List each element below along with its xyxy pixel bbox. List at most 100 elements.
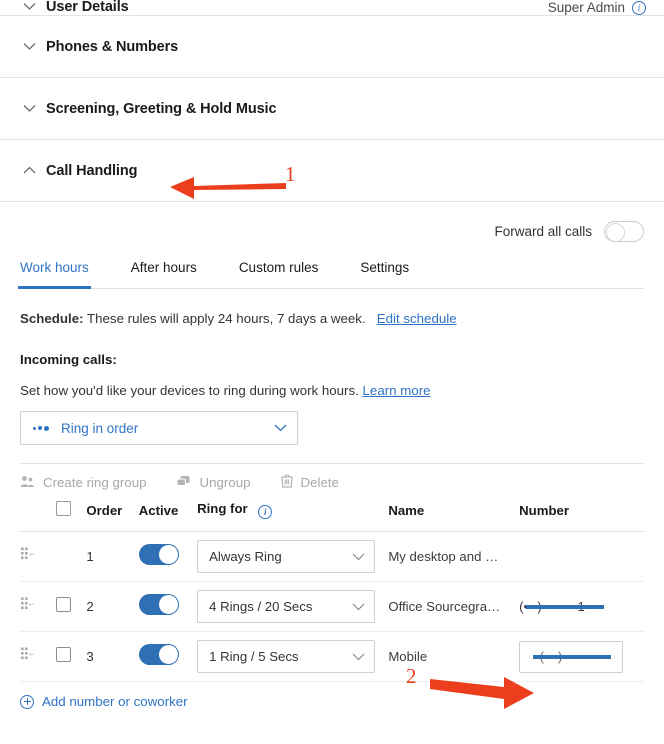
row-2-name: Office Sourcegra… <box>388 599 501 614</box>
row-1-ring-for-value: Always Ring <box>209 549 282 564</box>
delete-button[interactable]: Delete <box>280 474 339 491</box>
ungroup-label: Ungroup <box>199 475 251 490</box>
user-role-label: Super Admin <box>547 0 625 15</box>
chevron-down-icon <box>352 549 365 564</box>
row-3-ring-for-select[interactable]: 1 Ring / 5 Secs <box>197 640 376 673</box>
schedule-line: Schedule: These rules will apply 24 hour… <box>20 311 644 326</box>
section-title-screening-greeting: Screening, Greeting & Hold Music <box>46 100 277 117</box>
table-row: 1 Always Ring My desktop and … <box>20 532 644 582</box>
redaction-bar <box>533 654 612 659</box>
row-3-name: Mobile <box>388 649 428 664</box>
call-handling-page: User Details Super Admin i Phones & Numb… <box>0 0 664 744</box>
header-ring-for: Ring for i <box>197 501 388 532</box>
row-2-drag-handle-cell <box>20 582 56 632</box>
section-title-call-handling: Call Handling <box>46 162 138 179</box>
row-1-checkbox-cell <box>56 532 86 582</box>
create-ring-group-label: Create ring group <box>43 475 147 490</box>
drag-handle-icon[interactable] <box>20 546 36 567</box>
row-2-ring-for-value: 4 Rings / 20 Secs <box>209 599 313 614</box>
row-1-ring-for-cell: Always Ring <box>197 532 388 582</box>
tab-after-hours[interactable]: After hours <box>131 260 197 288</box>
row-2-number-cell: (•••) •••-•••1 <box>519 582 644 632</box>
redaction-bar <box>526 604 605 609</box>
row-2-number: (•••) •••-•••1 <box>519 599 644 614</box>
section-header-user-details[interactable]: User Details Super Admin i <box>0 0 664 16</box>
tab-custom-rules[interactable]: Custom rules <box>239 260 319 288</box>
row-3-number-field[interactable]: (•••) •••-•••• <box>519 640 624 673</box>
section-title-user-details: User Details <box>46 0 129 15</box>
chevron-down-icon <box>352 649 365 664</box>
section-title-phones-numbers: Phones & Numbers <box>46 38 179 55</box>
row-2-order: 2 <box>86 599 94 614</box>
row-2-checkbox-cell <box>56 582 86 632</box>
forward-all-calls-label: Forward all calls <box>494 223 592 239</box>
ungroup-button[interactable]: Ungroup <box>176 475 251 491</box>
drag-handle-icon[interactable] <box>20 646 36 667</box>
row-3-order: 3 <box>86 649 94 664</box>
row-3-active-toggle[interactable] <box>138 643 179 665</box>
header-handle <box>20 501 56 532</box>
edit-schedule-link[interactable]: Edit schedule <box>377 311 457 326</box>
plus-circle-icon <box>20 694 34 709</box>
row-3-active-cell <box>138 632 197 682</box>
ring-mode-value: Ring in order <box>61 420 139 436</box>
tab-settings[interactable]: Settings <box>360 260 409 288</box>
learn-more-link[interactable]: Learn more <box>363 383 431 398</box>
trash-icon <box>280 474 293 491</box>
table-body: 1 Always Ring My desktop and … 2 4 Rings… <box>20 532 644 682</box>
row-1-active-toggle[interactable] <box>138 543 179 565</box>
row-3-checkbox-cell <box>56 632 86 682</box>
chevron-down-icon <box>20 0 38 15</box>
ring-mode-select[interactable]: Ring in order <box>20 411 298 445</box>
row-3-ring-for-value: 1 Ring / 5 Secs <box>209 649 299 664</box>
select-all-checkbox[interactable] <box>56 501 72 516</box>
chevron-up-icon <box>20 162 38 180</box>
section-header-phones-numbers[interactable]: Phones & Numbers <box>0 16 664 78</box>
user-role-badge: Super Admin i <box>548 0 646 15</box>
tab-work-hours[interactable]: Work hours <box>18 260 91 289</box>
row-2-checkbox[interactable] <box>56 596 72 612</box>
chevron-down-icon <box>20 38 38 56</box>
table-header: Order Active Ring for i Name Number <box>20 501 644 532</box>
row-3-ring-for-cell: 1 Ring / 5 Secs <box>197 632 388 682</box>
header-name: Name <box>388 502 425 518</box>
schedule-text: These rules will apply 24 hours, 7 days … <box>87 311 366 326</box>
drag-handle-icon[interactable] <box>20 596 36 617</box>
add-number-or-coworker-label: Add number or coworker <box>42 694 188 709</box>
call-handling-panel: Forward all calls Work hours After hours… <box>0 202 664 709</box>
schedule-prefix: Schedule: <box>20 311 84 326</box>
row-1-ring-for-select[interactable]: Always Ring <box>197 540 376 573</box>
row-1-active-cell <box>138 532 197 582</box>
row-2-active-toggle[interactable] <box>138 593 179 615</box>
row-1-name: My desktop and … <box>388 549 499 564</box>
info-icon[interactable]: i <box>632 0 646 15</box>
header-active: Active <box>138 502 179 518</box>
add-number-or-coworker-button[interactable]: Add number or coworker <box>20 694 644 709</box>
call-handling-tabs: Work hours After hours Custom rules Sett… <box>18 260 644 289</box>
delete-label: Delete <box>300 475 339 490</box>
ring-order-dots-icon <box>33 425 49 431</box>
table-header-row: Order Active Ring for i Name Number <box>20 501 644 532</box>
ring-rules-table: Order Active Ring for i Name Number 1 Al… <box>20 501 644 682</box>
row-2-ring-for-select[interactable]: 4 Rings / 20 Secs <box>197 590 376 623</box>
row-3-checkbox[interactable] <box>56 646 72 662</box>
create-ring-group-button[interactable]: Create ring group <box>20 475 146 491</box>
forward-all-calls-row: Forward all calls <box>20 202 644 260</box>
row-2-ring-for-cell: 4 Rings / 20 Secs <box>197 582 388 632</box>
section-header-call-handling[interactable]: Call Handling <box>0 140 664 202</box>
chevron-down-icon <box>352 599 365 614</box>
chevron-down-icon <box>20 100 38 118</box>
info-icon[interactable]: i <box>258 505 273 519</box>
row-2-active-cell <box>138 582 197 632</box>
forward-all-calls-toggle[interactable] <box>604 220 644 242</box>
row-3-number-cell: (•••) •••-•••• <box>519 632 644 682</box>
ungroup-icon <box>176 475 191 491</box>
section-header-screening-greeting[interactable]: Screening, Greeting & Hold Music <box>0 78 664 140</box>
chevron-down-icon <box>274 419 287 437</box>
header-select-all <box>56 501 86 532</box>
incoming-calls-description-text: Set how you'd like your devices to ring … <box>20 383 359 398</box>
incoming-calls-description: Set how you'd like your devices to ring … <box>20 383 644 398</box>
table-row: 2 4 Rings / 20 Secs Office Sourcegra… <box>20 582 644 632</box>
header-order: Order <box>86 502 123 518</box>
row-1-order: 1 <box>86 549 94 564</box>
